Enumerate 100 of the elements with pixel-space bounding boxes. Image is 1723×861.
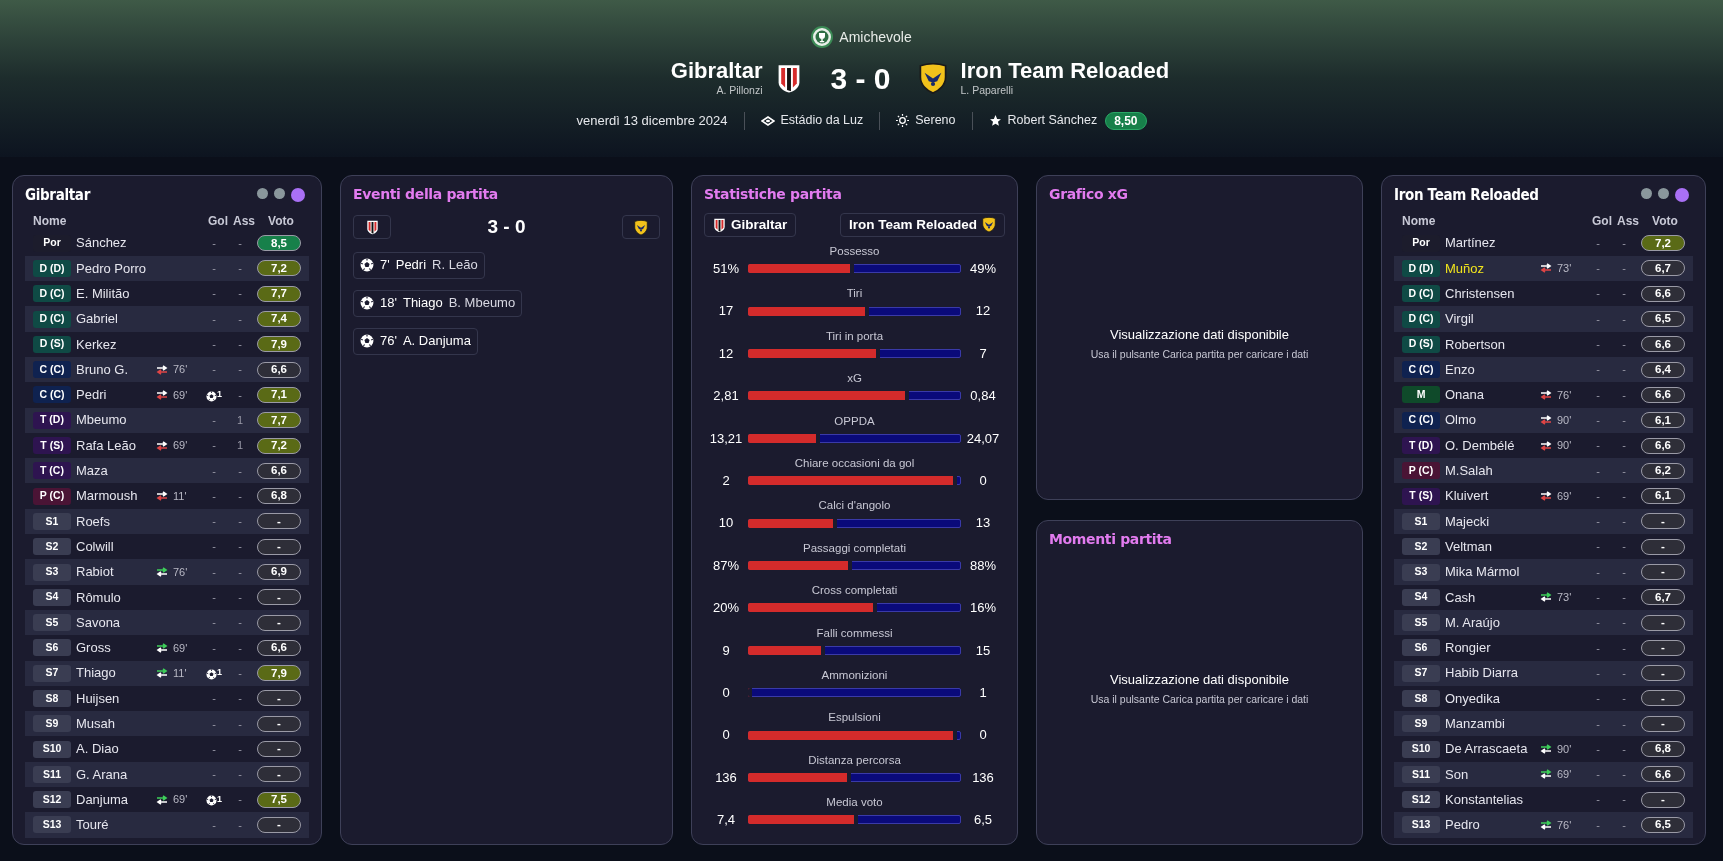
player-name: Savona [76, 613, 122, 632]
player-row[interactable]: S9 Manzambi - - - [1394, 711, 1693, 737]
sub-minute: 90' [1557, 438, 1572, 454]
sub-minute: 90' [1557, 741, 1572, 757]
player-row[interactable]: D (S) Kerkez - - 7,9 [25, 331, 309, 357]
player-row[interactable]: Por Martínez - - 7,2 [1394, 230, 1693, 256]
player-row[interactable]: S9 Musah - - - [25, 711, 309, 737]
player-row[interactable]: S2 Veltman - - - [1394, 534, 1693, 560]
goals-value: - [1596, 286, 1600, 302]
player-name: Martínez [1445, 234, 1497, 253]
player-row[interactable]: C (C) Pedri 69' 1 - 7,1 [25, 382, 309, 408]
player-row[interactable]: T (D) O. Dembélé 90' - - 6,6 [1394, 432, 1693, 459]
goals-value: - [1596, 539, 1600, 555]
player-row[interactable]: S6 Rongier - - - [1394, 635, 1693, 661]
position-badge: S11 [33, 765, 71, 783]
stat-label: Tiri [846, 286, 863, 302]
away-stat-value: 6,5 [972, 811, 994, 830]
player-name: Marmoush [76, 487, 139, 506]
player-row[interactable]: P (C) Marmoush 11' - - 6,8 [25, 483, 309, 509]
player-row[interactable]: S3 Mika Mármol - - - [1394, 559, 1693, 585]
position-badge: T (D) [33, 411, 71, 429]
player-row[interactable]: S12 Danjuma 69' 1 - 7,5 [25, 787, 309, 813]
player-name: Colwill [76, 537, 115, 556]
assists-value: - [237, 792, 243, 808]
player-row[interactable]: T (S) Rafa Leão 69' - 1 7,2 [25, 432, 309, 459]
stat-label: Distanza percorsa [808, 752, 901, 768]
rating-pill: 7,5 [257, 791, 301, 808]
position-badge: P (C) [1402, 462, 1440, 480]
player-row[interactable]: S7 Habib Diarra - - - [1394, 660, 1693, 686]
home-stat-value: 13,21 [708, 429, 744, 448]
player-row[interactable]: S12 Konstantelias - - - [1394, 787, 1693, 813]
home-coach: A. Pillonzi [716, 82, 763, 98]
player-row[interactable]: S13 Touré - - - [25, 812, 309, 838]
home-team-chip: Gibraltar [704, 213, 797, 237]
goal-count: 1 [206, 666, 222, 680]
player-row[interactable]: S1 Majecki - - - [1394, 508, 1693, 535]
swap-arrows-icon [155, 440, 169, 451]
sub-minute: 69' [173, 640, 188, 656]
player-row[interactable]: S10 A. Diao - - - [25, 736, 309, 762]
rating-pill: 6,6 [1641, 437, 1685, 454]
swap-arrows-icon [155, 364, 169, 375]
player-name: A. Diao [76, 740, 120, 759]
player-row[interactable]: T (C) Maza - - 6,6 [25, 458, 309, 484]
player-row[interactable]: D (C) Gabriel - - 7,4 [25, 306, 309, 332]
player-row[interactable]: T (S) Kluivert 69' - - 6,1 [1394, 483, 1693, 509]
player-row[interactable]: S11 Son 69' - - 6,6 [1394, 761, 1693, 788]
player-row[interactable]: S8 Onyedika - - - [1394, 685, 1693, 712]
player-name: Christensen [1445, 285, 1516, 303]
goals-value: - [1596, 767, 1600, 783]
goals-value: - [212, 767, 216, 783]
rating-pill: - [1641, 614, 1685, 631]
player-row[interactable]: S6 Gross 69' - - 6,6 [25, 635, 309, 661]
player-row[interactable]: M Onana 76' - - 6,6 [1394, 382, 1693, 408]
player-name: Huijsen [76, 689, 121, 708]
player-row[interactable]: D (D) Pedro Porro - - 7,2 [25, 255, 309, 282]
player-row[interactable]: S7 Thiago 11' 1 - 7,9 [25, 660, 309, 686]
player-row[interactable]: S4 Cash 73' - - 6,7 [1394, 584, 1693, 610]
assists-value: - [237, 741, 243, 757]
player-row[interactable]: P (C) M.Salah - - 6,2 [1394, 458, 1693, 484]
assists-value: - [1621, 665, 1627, 681]
player-row[interactable]: T (D) Mbeumo - 1 7,7 [25, 407, 309, 433]
player-row[interactable]: C (C) Enzo - - 6,4 [1394, 357, 1693, 383]
player-row[interactable]: D (C) Christensen - - 6,6 [1394, 281, 1693, 307]
player-row[interactable]: S5 Savona - - - [25, 609, 309, 636]
player-row[interactable]: S11 G. Arana - - - [25, 761, 309, 788]
player-row[interactable]: C (C) Bruno G. 76' - - 6,6 [25, 357, 309, 383]
rating-pill: - [1641, 639, 1685, 656]
rating-pill: 6,1 [1641, 488, 1685, 505]
player-row[interactable]: C (C) Olmo 90' - - 6,1 [1394, 407, 1693, 433]
goals-value: - [1596, 792, 1600, 808]
rating-pill: 7,9 [257, 665, 301, 682]
assists-value: - [237, 539, 243, 555]
empty-hint: Usa il pulsante Carica partita per caricare i dati [1090, 691, 1309, 707]
player-row[interactable]: S13 Pedro 76' - - 6,5 [1394, 812, 1693, 838]
rating-pill: - [257, 589, 301, 606]
rating-pill: 6,6 [257, 639, 301, 656]
player-row[interactable]: D (D) Muñoz 73' - - 6,7 [1394, 255, 1693, 282]
player-row[interactable]: S4 Rômulo - - - [25, 584, 309, 610]
home-stat-value: 10 [717, 514, 735, 533]
player-row[interactable]: D (C) Virgil - - 6,5 [1394, 306, 1693, 332]
player-row[interactable]: S2 Colwill - - - [25, 534, 309, 560]
rating-pill: 6,9 [257, 564, 301, 580]
player-row[interactable]: D (C) E. Militão - - 7,7 [25, 281, 309, 307]
player-name: Muñoz [1445, 259, 1486, 278]
player-row[interactable]: D (S) Robertson - - 6,6 [1394, 331, 1693, 357]
player-row[interactable]: S8 Huijsen - - - [25, 685, 309, 712]
event-scorer: Pedri [395, 256, 427, 275]
player-row[interactable]: S3 Rabiot 76' - - 6,9 [25, 559, 309, 585]
home-stat-value: 7,4 [715, 811, 737, 830]
assists-value: - [237, 590, 243, 606]
player-row[interactable]: S10 De Arrascaeta 90' - - 6,8 [1394, 736, 1693, 762]
assists-value: - [237, 716, 243, 732]
player-row[interactable]: S1 Roefs - - - [25, 508, 309, 535]
position-badge: S7 [1402, 664, 1440, 682]
rating-pill: - [257, 513, 301, 530]
player-row[interactable]: S5 M. Araújo - - - [1394, 609, 1693, 636]
player-row[interactable]: Por Sánchez - - 8,5 [25, 230, 309, 256]
away-stat-value: 136 [971, 768, 995, 787]
position-badge: S12 [33, 791, 71, 809]
assists-value: - [1621, 716, 1627, 732]
